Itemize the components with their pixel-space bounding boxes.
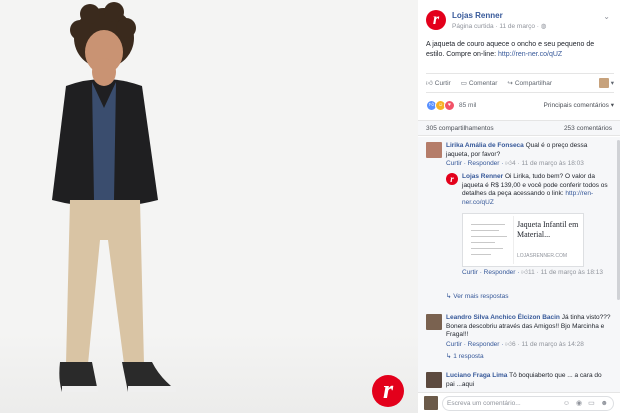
- commenter-name[interactable]: Leandro Silva Anchico Ëlcizon Bacin: [446, 314, 560, 321]
- post-actions: 👍︎ Curtir ▭ Comentar ↪ Compartilhar ▾: [426, 73, 614, 93]
- post-link[interactable]: http://ren-ner.co/qUZ: [498, 51, 562, 58]
- comment-meta: Curtir · Responder · 👍︎6 · 11 de março à…: [446, 340, 584, 348]
- page-avatar[interactable]: r: [426, 10, 446, 30]
- comment-icon: ▭: [460, 80, 467, 87]
- composer-icons[interactable]: ☺ ◉ ▭ ☻: [563, 397, 613, 410]
- comments-list: Lirika Amália de Fonseca Qual é o preço …: [418, 137, 620, 392]
- comment-actions[interactable]: Curtir · Responder ·: [446, 160, 505, 167]
- comment-actions[interactable]: Curtir · Responder ·: [446, 341, 505, 348]
- shares-count[interactable]: 305 compartilhamentos: [426, 125, 494, 132]
- post-stats: 305 compartilhamentos 253 comentários: [418, 120, 620, 136]
- post-panel: r Lojas Renner Página curtida · 11 de ma…: [418, 0, 620, 413]
- comment-button[interactable]: ▭ Comentar: [460, 79, 498, 88]
- link-card-domain: LOJASRENNER.COM: [517, 253, 568, 259]
- commenter-name[interactable]: Lirika Amália de Fonseca: [446, 142, 524, 149]
- avatar: [424, 396, 438, 410]
- comment: Lirika Amália de Fonseca Qual é o preço …: [426, 142, 612, 172]
- page-name-link[interactable]: Lojas Renner: [452, 11, 503, 20]
- page-avatar[interactable]: r: [446, 173, 458, 185]
- caret-down-icon: ▾: [610, 80, 614, 87]
- link-preview-card[interactable]: Jaqueta Infantil em Material... LOJASREN…: [462, 213, 584, 267]
- page-reply: r Lojas Renner Oi Lirika, tudo bem? O va…: [446, 173, 612, 309]
- replier-name[interactable]: Lojas Renner: [462, 173, 503, 180]
- avatar[interactable]: [426, 314, 442, 330]
- thumbs-up-icon: 👍︎: [426, 80, 433, 87]
- post-header: r Lojas Renner Página curtida · 11 de ma…: [426, 8, 616, 34]
- globe-icon: ◍: [540, 23, 547, 30]
- share-button[interactable]: ↪ Compartilhar: [507, 79, 552, 88]
- avatar[interactable]: [426, 372, 442, 388]
- reactions-count[interactable]: 85 mil: [459, 102, 476, 109]
- child-model-illustration: [52, 2, 176, 392]
- more-replies-link[interactable]: ↳ Ver mais respostas: [446, 293, 509, 302]
- like-button[interactable]: 👍︎ Curtir: [426, 79, 451, 88]
- comment-meta: Curtir · Responder · 👍︎4 · 11 de março à…: [446, 160, 584, 167]
- reply-actions[interactable]: Curtir · Responder ·: [462, 269, 521, 276]
- post-meta: Página curtida · 11 de março · ◍: [452, 23, 547, 30]
- comment-composer: Escreva um comentário... ☺ ◉ ▭ ☻: [418, 392, 620, 413]
- reply-meta: Curtir · Responder · 👍︎11 · 11 de março …: [462, 269, 603, 276]
- brand-logo: r: [372, 375, 404, 407]
- product-photo: r: [0, 0, 418, 413]
- share-icon: ↪: [507, 80, 513, 87]
- product-thumbnail: [465, 216, 514, 264]
- chevron-down-icon[interactable]: ⌄: [603, 12, 610, 21]
- replies-link[interactable]: ↳ 1 resposta: [446, 353, 612, 362]
- love-reaction-icon[interactable]: ♥: [444, 99, 455, 111]
- post-caption: A jaqueta de couro aquece o oncho e seu …: [426, 41, 595, 58]
- reactions-bar: 👍︎ ☺ ♥ 85 mil Principais comentários ▾: [426, 98, 614, 112]
- comment-input[interactable]: Escreva um comentário... ☺ ◉ ▭ ☻: [442, 395, 614, 411]
- avatar[interactable]: [426, 142, 442, 158]
- comment-sort-dropdown[interactable]: Principais comentários ▾: [544, 101, 614, 109]
- commenter-name[interactable]: Luciano Fraga Lima: [446, 372, 507, 379]
- link-card-title: Jaqueta Infantil em Material...: [517, 220, 579, 239]
- identity-selector[interactable]: ▾: [598, 78, 614, 88]
- comment: Leandro Silva Anchico Ëlcizon Bacin Já t…: [426, 314, 612, 360]
- comments-count[interactable]: 253 comentários: [564, 125, 612, 132]
- avatar: [598, 78, 609, 88]
- comment: Luciano Fraga Lima Tô boquiaberto que ..…: [426, 372, 612, 392]
